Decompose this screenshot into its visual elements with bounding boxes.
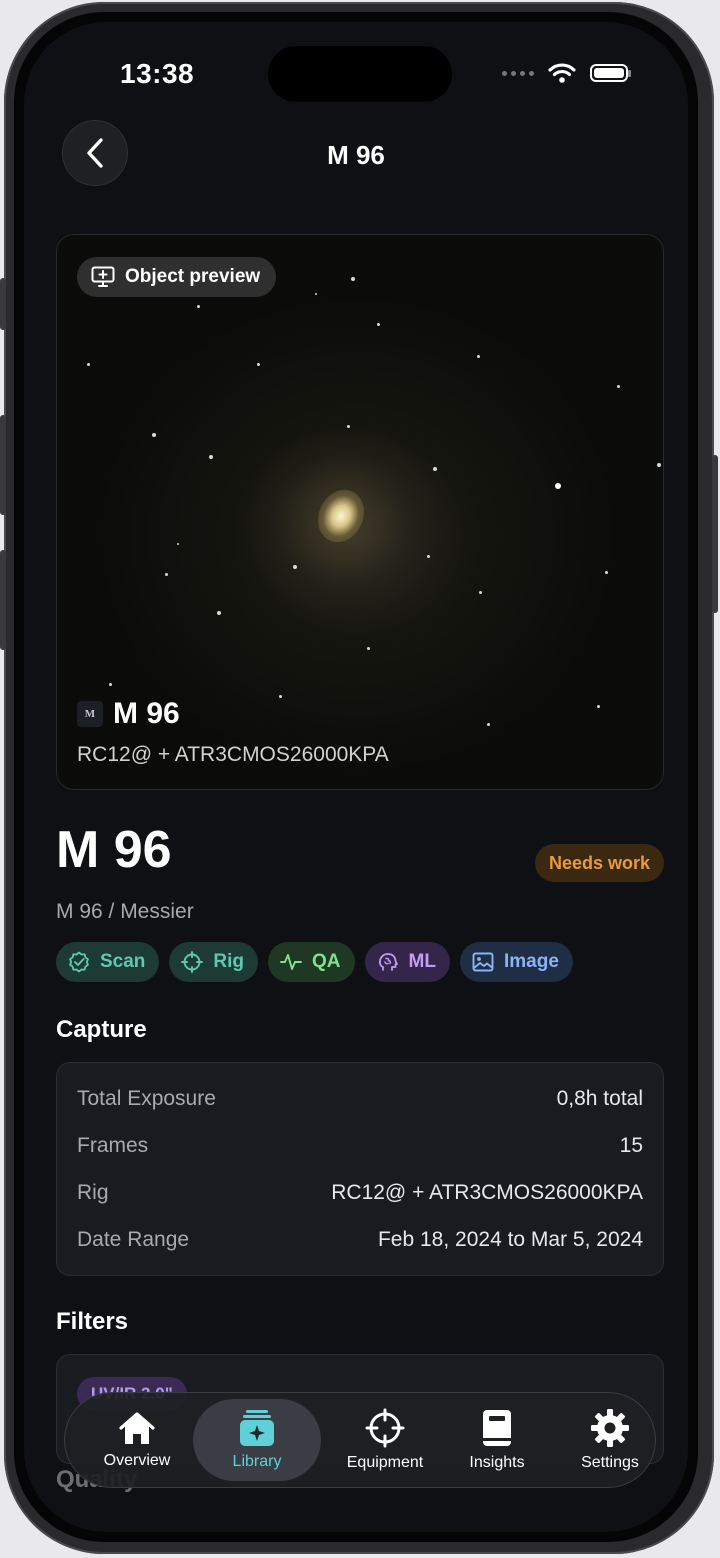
book-icon (483, 1410, 511, 1446)
tab-insights[interactable]: Insights (439, 1399, 555, 1481)
star (109, 683, 112, 686)
row-value: 15 (619, 1134, 643, 1157)
wifi-icon (548, 63, 576, 83)
star (617, 385, 620, 388)
tab-library[interactable]: Library (193, 1399, 321, 1481)
object-preview-chip: Object preview (77, 257, 277, 297)
capture-row-date-range: Date Range Feb 18, 2024 to Mar 5, 2024 (77, 1228, 643, 1252)
power-button (712, 455, 718, 613)
capture-card: Total Exposure 0,8h total Frames 15 Rig … (56, 1062, 664, 1276)
star (377, 323, 380, 326)
tag-label: QA (312, 951, 341, 972)
star (477, 355, 480, 358)
row-value: Feb 18, 2024 to Mar 5, 2024 (377, 1228, 643, 1251)
row-key: Date Range (77, 1228, 190, 1251)
row-key: Frames (77, 1134, 149, 1157)
preview-rig: RC12@ + ATR3CMOS26000KPA (77, 743, 389, 766)
star (279, 695, 282, 698)
star (351, 277, 355, 281)
tab-label: Overview (103, 1452, 171, 1469)
dynamic-island (268, 46, 452, 102)
object-preview-card[interactable]: Object preview M M 96 RC12@ + ATR3CMOS26… (56, 234, 664, 790)
preview-object-name: M M 96 (77, 697, 180, 731)
object-catalog: M 96 / Messier (56, 900, 194, 923)
capture-row-rig: Rig RC12@ + ATR3CMOS26000KPA (77, 1181, 643, 1205)
tab-label: Equipment (346, 1454, 424, 1471)
star (479, 591, 482, 594)
tab-equipment[interactable]: Equipment (321, 1399, 449, 1481)
status-time: 13:38 (120, 58, 195, 89)
screen: 13:38 M 96 Object preview M M 96 RC12@ +… (24, 22, 688, 1532)
tab-label: Library (232, 1453, 282, 1470)
star (315, 293, 317, 295)
star (165, 573, 168, 576)
star (555, 483, 561, 489)
preview-object-title: M 96 (113, 697, 180, 730)
volume-up-button (0, 415, 6, 515)
object-title: M 96 (56, 821, 172, 879)
house-icon (119, 1412, 155, 1444)
pulse-icon (280, 954, 302, 970)
brain-icon (378, 953, 398, 971)
battery-icon (590, 64, 631, 82)
star (433, 467, 437, 471)
star (87, 363, 90, 366)
tag-label: ML (408, 951, 436, 972)
library-sparkle-icon (240, 1410, 274, 1446)
star (177, 543, 179, 545)
tab-label: Insights (469, 1454, 525, 1471)
tag-image[interactable]: Image (459, 942, 573, 982)
star (487, 723, 490, 726)
tab-bar: Overview Library Equipment Insights Sett… (64, 1392, 656, 1488)
row-key: Total Exposure (77, 1087, 216, 1110)
image-icon (472, 952, 494, 972)
star (605, 571, 608, 574)
tab-settings[interactable]: Settings (552, 1399, 668, 1481)
row-value: 0,8h total (556, 1087, 643, 1110)
tag-label: Scan (100, 951, 146, 972)
status-badge: Needs work (534, 844, 664, 882)
star (657, 463, 661, 467)
tag-ml[interactable]: ML (364, 942, 450, 982)
star (347, 425, 350, 428)
star (209, 455, 213, 459)
star (367, 647, 370, 650)
crosshair-icon (365, 1408, 405, 1448)
object-preview-label: Object preview (125, 266, 261, 287)
object-thumbnail: M (77, 701, 103, 727)
capture-row-exposure: Total Exposure 0,8h total (77, 1087, 643, 1111)
star (197, 305, 200, 308)
star (217, 611, 221, 615)
tag-qa[interactable]: QA (268, 942, 355, 982)
action-button (0, 278, 6, 330)
tag-rig[interactable]: Rig (169, 942, 259, 982)
row-key: Rig (77, 1181, 109, 1204)
star (427, 555, 430, 558)
scan-badge-icon (69, 951, 89, 973)
filters-section-title: Filters (56, 1308, 129, 1335)
row-value: RC12@ + ATR3CMOS26000KPA (331, 1181, 643, 1204)
crosshair-icon (181, 951, 204, 973)
tab-label: Settings (581, 1454, 639, 1471)
star (597, 705, 600, 708)
star (293, 565, 297, 569)
tag-label: Image (503, 951, 559, 972)
tab-overview[interactable]: Overview (79, 1399, 195, 1481)
tag-scan[interactable]: Scan (56, 942, 160, 982)
volume-down-button (0, 550, 6, 650)
gear-icon (591, 1409, 629, 1447)
cellular-icon (502, 70, 534, 76)
monitor-plus-icon (91, 266, 115, 287)
tag-row: Scan Rig QA ML Image (56, 942, 573, 982)
star (257, 363, 260, 366)
tag-label: Rig (213, 951, 245, 972)
capture-row-frames: Frames 15 (77, 1134, 643, 1158)
nav-title: M 96 (327, 140, 385, 170)
capture-section-title: Capture (56, 1016, 147, 1043)
status-icons (502, 62, 631, 84)
star (152, 433, 156, 437)
